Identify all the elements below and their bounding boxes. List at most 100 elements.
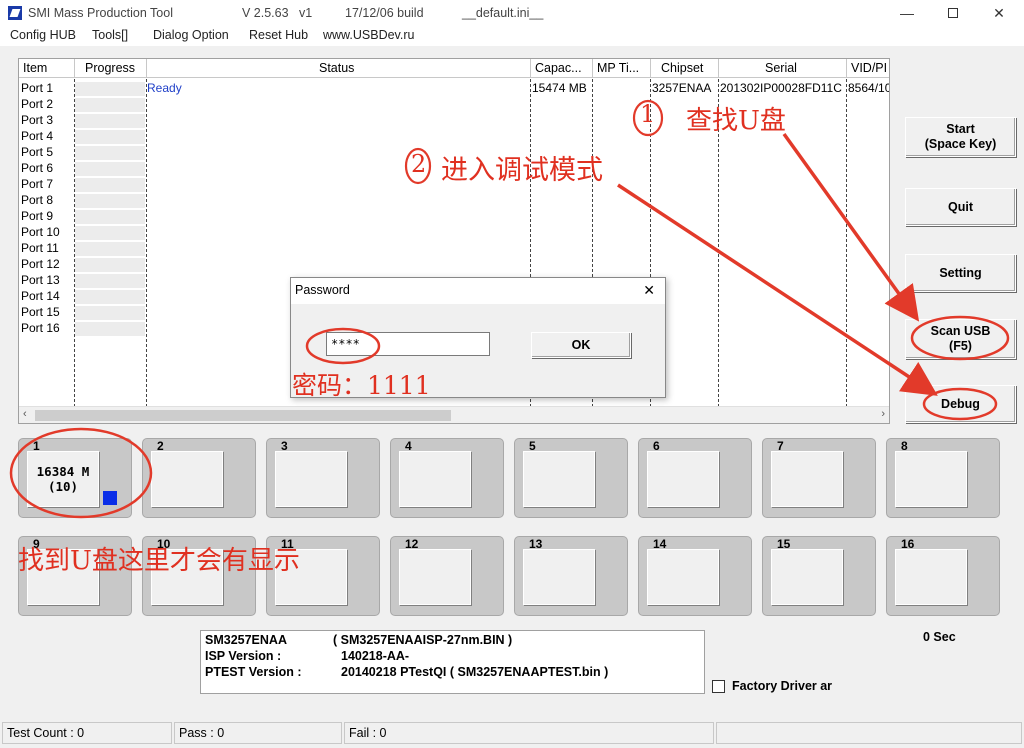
annotation-password-hint: 密码：1111 [292, 371, 431, 400]
menu-usbdev-link[interactable]: www.USBDev.ru [323, 28, 414, 42]
port-box-status[interactable] [771, 549, 843, 605]
port-row-label: Port 14 [21, 289, 60, 303]
port-progress-bar [75, 210, 145, 225]
scroll-left-icon[interactable]: ‹ [23, 408, 27, 420]
col-vid-pid[interactable]: VID/PI [847, 59, 889, 78]
pass-count: Pass : 0 [174, 722, 342, 744]
app-icon [8, 6, 22, 20]
port-box-1: 1 16384 M (10) [18, 438, 132, 518]
app-title: SMI Mass Production Tool [28, 6, 173, 20]
port1-status: Ready [147, 81, 182, 95]
port-box-12: 12 [390, 536, 504, 616]
maximize-button[interactable] [930, 0, 976, 26]
factory-driver-checkbox[interactable] [712, 680, 725, 693]
port-box-8: 8 [886, 438, 1000, 518]
port-row-label: Port 5 [21, 145, 54, 159]
port-box-15: 15 [762, 536, 876, 616]
col-capacity[interactable]: Capac... [531, 59, 593, 78]
quit-button[interactable]: Quit [905, 188, 1016, 226]
isp-version-value: 140218-AA- [341, 649, 410, 663]
version-label: V 2.5.63 v1 [242, 6, 313, 20]
port-box-status[interactable] [523, 451, 595, 507]
port-box-status[interactable] [647, 451, 719, 507]
port-box-status[interactable] [275, 451, 347, 507]
annotation-found-hint: 找到U盘这里才会有显示 [18, 546, 300, 576]
port-box-status[interactable]: 16384 M (10) [27, 451, 99, 507]
port-progress-bar [75, 322, 145, 337]
start-button[interactable]: Start (Space Key) [905, 117, 1016, 157]
port-row-label: Port 2 [21, 97, 54, 111]
scroll-right-icon[interactable]: › [881, 408, 885, 420]
port-row-label: Port 11 [21, 241, 59, 255]
port-box-3: 3 [266, 438, 380, 518]
port-progress-bar [75, 146, 145, 161]
debug-button[interactable]: Debug [905, 385, 1016, 423]
ok-button[interactable]: OK [531, 332, 631, 358]
firmware-info-panel: SM3257ENAA ( SM3257ENAAISP-27nm.BIN ) IS… [200, 630, 705, 694]
port-progress-bar [75, 114, 145, 129]
col-item[interactable]: Item [19, 59, 75, 78]
menu-reset-hub[interactable]: Reset Hub [249, 28, 308, 42]
col-serial[interactable]: Serial [719, 59, 847, 78]
port-progress-bar [75, 306, 145, 321]
chip-name: SM3257ENAA [205, 633, 287, 647]
horizontal-scrollbar[interactable]: ‹ › [19, 406, 889, 423]
minimize-icon: — [900, 5, 914, 21]
col-mp-time[interactable]: MP Ti... [593, 59, 651, 78]
port1-capacity-display: 16384 M [36, 464, 90, 479]
port-row-label: Port 7 [21, 177, 54, 191]
port-row-label: Port 9 [21, 209, 54, 223]
port-progress-bar [75, 194, 145, 209]
port-box-status[interactable] [399, 549, 471, 605]
ini-file-label: __default.ini__ [462, 6, 544, 20]
port-box-status[interactable] [771, 451, 843, 507]
isp-version-label: ISP Version : [205, 649, 282, 663]
col-chipset[interactable]: Chipset [651, 59, 719, 78]
dialog-close-icon[interactable]: ✕ [643, 282, 655, 299]
annotation-step2-number: 2 [411, 150, 427, 178]
port-progress-bar [75, 258, 145, 273]
port-row-label: Port 10 [21, 225, 60, 239]
status-extra [716, 722, 1022, 744]
build-label: 17/12/06 build [345, 6, 424, 20]
factory-driver-label: Factory Driver ar [732, 679, 833, 693]
setting-button[interactable]: Setting [905, 254, 1016, 292]
dialog-title-bar: Password ✕ [291, 278, 665, 304]
menu-tools[interactable]: Tools[] [92, 28, 128, 42]
menu-config-hub[interactable]: Config HUB [10, 28, 76, 42]
port-row-label: Port 4 [21, 129, 54, 143]
port-box-status[interactable] [895, 451, 967, 507]
port-box-6: 6 [638, 438, 752, 518]
password-input[interactable] [326, 332, 490, 356]
dialog-title: Password [295, 283, 350, 297]
port-box-status[interactable] [399, 451, 471, 507]
port-box-4: 4 [390, 438, 504, 518]
ptest-version-value: 20140218 PTestQI ( SM3257ENAAPTEST.bin ) [341, 665, 609, 679]
port1-count-display: (10) [47, 479, 79, 494]
port-row-label: Port 12 [21, 257, 60, 271]
scrollbar-thumb[interactable] [35, 410, 451, 421]
port-progress-bar [75, 98, 145, 113]
port1-vid: 8564/10 [848, 81, 890, 95]
port-progress-bar [75, 226, 145, 241]
minimize-button[interactable]: — [884, 0, 930, 26]
test-count: Test Count : 0 [2, 722, 172, 744]
fail-count: Fail : 0 [344, 722, 714, 744]
col-status[interactable]: Status [147, 59, 531, 78]
port1-status-indicator [103, 491, 117, 505]
scan-usb-button[interactable]: Scan USB (F5) [905, 319, 1016, 359]
annotation-step1-number: 1 [640, 100, 656, 128]
port-row-label: Port 8 [21, 193, 54, 207]
port-box-status[interactable] [647, 549, 719, 605]
port-box-status[interactable] [523, 549, 595, 605]
menu-dialog-option[interactable]: Dialog Option [153, 28, 229, 42]
port-box-status[interactable] [151, 451, 223, 507]
port-row-label: Port 15 [21, 305, 60, 319]
port-progress-bar [75, 162, 145, 177]
port-row-label: Port 13 [21, 273, 60, 287]
port-box-status[interactable] [895, 549, 967, 605]
title-bar: SMI Mass Production Tool V 2.5.63 v1 17/… [0, 0, 1024, 26]
col-progress[interactable]: Progress [75, 59, 147, 78]
port-row-label: Port 6 [21, 161, 54, 175]
close-button[interactable]: ✕ [976, 0, 1022, 26]
